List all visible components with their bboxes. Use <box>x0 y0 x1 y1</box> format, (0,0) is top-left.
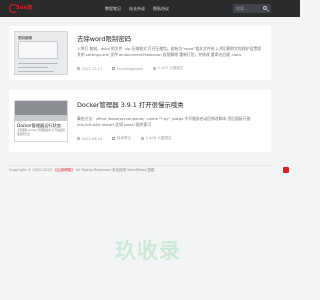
post-meta: 2022-08-23 技术笔记 1,408 人围观过 <box>77 136 172 141</box>
post-views: 2,103 人围观过 <box>157 66 184 70</box>
nav-item-tutorial-notes[interactable]: 教程笔记 <box>105 0 121 17</box>
search-icon[interactable] <box>263 6 267 10</box>
post-date: 2022-12-17 <box>81 66 103 71</box>
thumb-subtitle: 宝塔面板 Docker 管理器插件 打开速度很慢处理方法 <box>17 129 65 136</box>
clock-icon <box>77 137 80 140</box>
watermark: 玖收录 <box>115 239 181 263</box>
folder-icon <box>112 67 116 70</box>
post-excerpt: 事由方法：#find /www/server/panel/ -name "*.p… <box>77 116 251 127</box>
main-nav: 教程笔记 站长杂谈 隐私协议 <box>105 0 169 17</box>
nav-item-privacy-policy[interactable]: 隐私协议 <box>153 0 169 17</box>
thumb-line <box>18 67 48 68</box>
top-navbar: Sun技 教程笔记 站长杂谈 隐私协议 搜索... <box>0 0 300 17</box>
thumb-dialog-image <box>18 41 58 59</box>
footer-site-link[interactable]: 【山猫博客】 <box>53 168 75 172</box>
footer-copyright: Copyright © 2020-2022 <box>9 168 53 172</box>
post-views: 1,408 人围观过 <box>145 136 172 140</box>
folder-icon <box>112 137 116 140</box>
post-date: 2022-08-23 <box>81 136 103 141</box>
post-meta: 2022-12-17 Uncategorized 2,103 人围观过 <box>77 66 183 71</box>
nav-item-webmaster-talk[interactable]: 站长杂谈 <box>129 0 145 17</box>
post-title[interactable]: 去除word限制密码 <box>77 34 131 43</box>
post-thumbnail[interactable]: 限制编辑 <box>14 31 68 75</box>
eye-icon <box>141 137 145 140</box>
post-category[interactable]: Uncategorized <box>117 67 143 71</box>
footer-divider <box>9 165 271 166</box>
eye-icon <box>152 67 156 70</box>
post-excerpt: 1.将打 复制，docx 的文件 .zip 压缩格式 打开压缩包。若有为“wor… <box>77 46 261 57</box>
footer-rights: All Rights Reserved 本站使用 WordPress 搭建 <box>75 168 155 172</box>
post-thumbnail[interactable]: Docker管理器运行状态 宝塔面板 Docker 管理器插件 打开速度很慢处理… <box>14 100 68 142</box>
clock-icon <box>77 67 80 70</box>
logo-text: Sun技 <box>16 5 33 11</box>
site-logo[interactable]: Sun技 <box>9 4 33 13</box>
post-card: 限制编辑 去除word限制密码 1.将打 复制，docx 的文件 .zip 压缩… <box>9 26 271 80</box>
post-title[interactable]: Docker管理器 3.9.1 打开很慢示哦类 <box>77 100 184 109</box>
thumb-header-image <box>15 115 67 121</box>
post-category[interactable]: 技术笔记 <box>117 136 131 141</box>
site-footer: Copyright © 2020-2022 【山猫博客】 All Rights … <box>9 168 154 173</box>
post-card: Docker管理器运行状态 宝塔面板 Docker 管理器插件 打开速度很慢处理… <box>9 90 271 152</box>
thumb-line <box>18 71 54 72</box>
thumb-header-image <box>15 101 67 115</box>
back-to-top-icon[interactable] <box>283 167 289 173</box>
thumb-line <box>18 63 58 64</box>
